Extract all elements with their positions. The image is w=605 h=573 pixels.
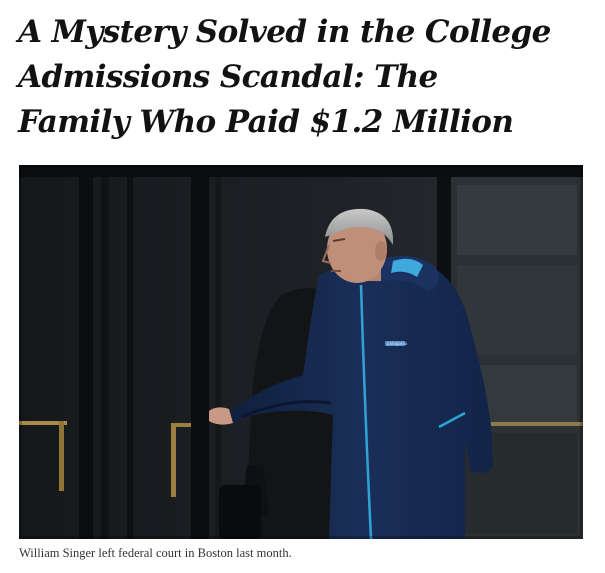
article-photo: patagonia xyxy=(19,165,583,539)
headline-line-2: Admissions Scandal: The xyxy=(18,59,438,95)
headline-line-3: Family Who Paid $1.2 Million xyxy=(18,104,514,140)
svg-text:patagonia: patagonia xyxy=(387,341,408,346)
article-headline: A Mystery Solved in the College Admissio… xyxy=(18,10,588,145)
headline-line-1: A Mystery Solved in the College xyxy=(18,14,551,50)
photo-caption: William Singer left federal court in Bos… xyxy=(19,546,292,560)
